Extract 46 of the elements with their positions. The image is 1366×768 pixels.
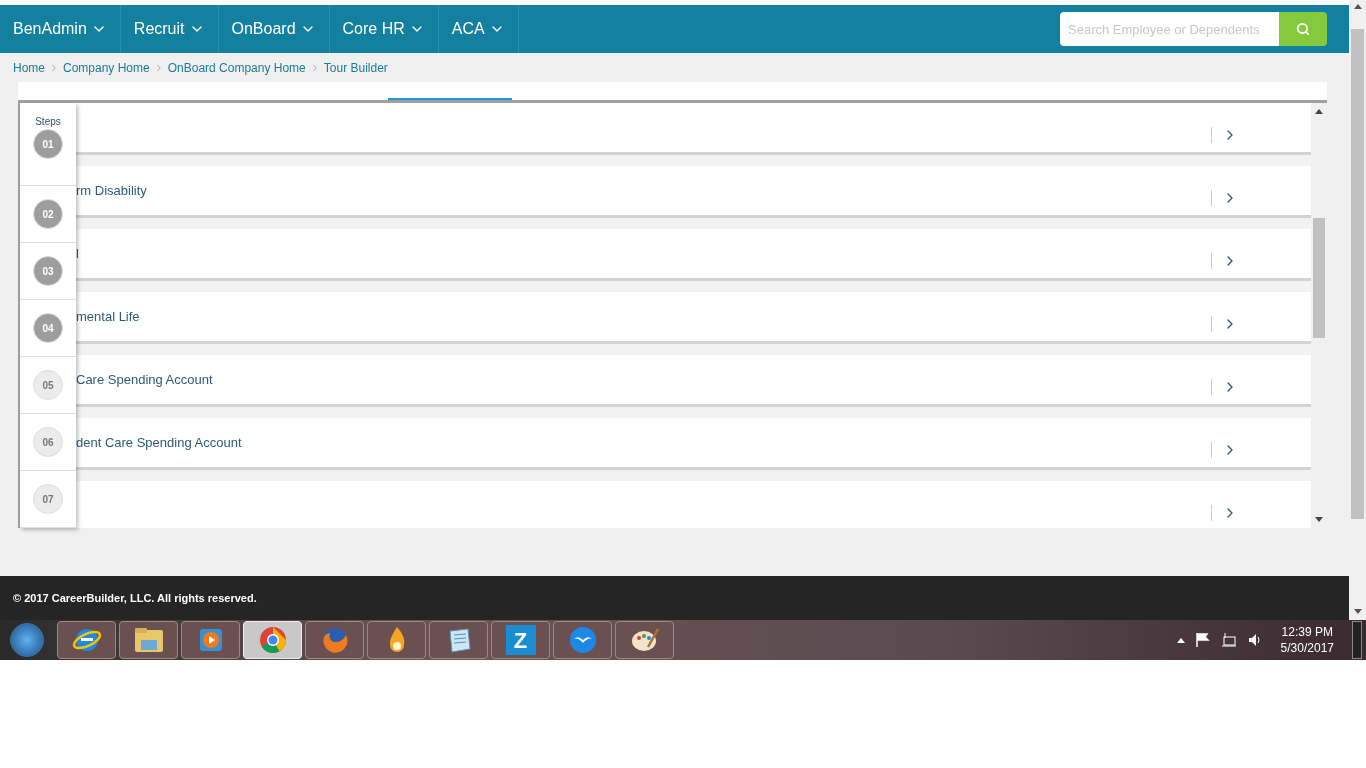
copyright-text: © 2017 CareerBuilder, LLC. All rights reserved.: [13, 590, 257, 606]
network-icon[interactable]: [1220, 632, 1237, 648]
nav-menu-button[interactable]: BenAdmin: [0, 5, 121, 53]
nav-menu-button[interactable]: ACA: [438, 5, 519, 53]
taskbar-app-button[interactable]: [367, 621, 426, 659]
chevron-right-icon: [49, 62, 59, 73]
scroll-down-arrow-icon: [1315, 517, 1323, 522]
row-title: Care Spending Account: [76, 372, 213, 387]
breadcrumb-link[interactable]: Home: [13, 58, 45, 77]
taskbar-app-button[interactable]: [119, 621, 178, 659]
nav-menu-button[interactable]: Core HR: [329, 5, 439, 53]
folder-icon: [132, 626, 165, 654]
taskbar-app-button[interactable]: Z: [491, 621, 550, 659]
taskbar-app-button[interactable]: [553, 621, 612, 659]
nav-menu-button[interactable]: OnBoard: [218, 5, 330, 53]
taskbar-app-button[interactable]: [57, 621, 116, 659]
flag-icon[interactable]: [1194, 632, 1211, 648]
steps-heading: Steps: [34, 115, 62, 129]
row-title: dent Care Spending Account: [76, 435, 242, 450]
speaker-icon[interactable]: [1246, 632, 1263, 648]
breadcrumb-link[interactable]: Tour Builder: [323, 58, 388, 77]
scroll-up-arrow-icon: [1315, 109, 1323, 114]
scrollbar-thumb[interactable]: [1351, 29, 1364, 519]
z-logo-icon: Z: [505, 625, 536, 655]
breadcrumb-link[interactable]: OnBoard Company Home: [167, 58, 306, 77]
nav-menu-button[interactable]: Recruit: [120, 5, 219, 53]
breadcrumb-link[interactable]: Company Home: [63, 58, 150, 77]
scroll-up-arrow-icon: [1353, 4, 1362, 9]
taskbar-app-button[interactable]: [615, 621, 674, 659]
search-icon: [1296, 22, 1310, 36]
time-text: 12:39 PM: [1281, 624, 1333, 640]
row-title: mental Life: [76, 309, 140, 324]
scroll-down-arrow-icon: [1353, 609, 1362, 614]
date-text: 5/30/2017: [1280, 640, 1334, 656]
taskbar-app-button[interactable]: [181, 621, 240, 659]
row-title: rm Disability: [76, 183, 147, 198]
taskbar-app-button[interactable]: [305, 621, 364, 659]
chrome-icon: [257, 625, 288, 655]
clock[interactable]: 12:39 PM 5/30/2017: [1272, 624, 1342, 656]
start-orb-icon[interactable]: [10, 623, 44, 657]
row-title: l: [76, 246, 79, 261]
scrollbar-thumb[interactable]: [1313, 218, 1325, 338]
show-hidden-icons-icon[interactable]: [1176, 637, 1185, 643]
show-desktop-button[interactable]: [1352, 621, 1362, 659]
taskbar-app-button[interactable]: [429, 621, 488, 659]
birds-icon: [567, 625, 598, 655]
